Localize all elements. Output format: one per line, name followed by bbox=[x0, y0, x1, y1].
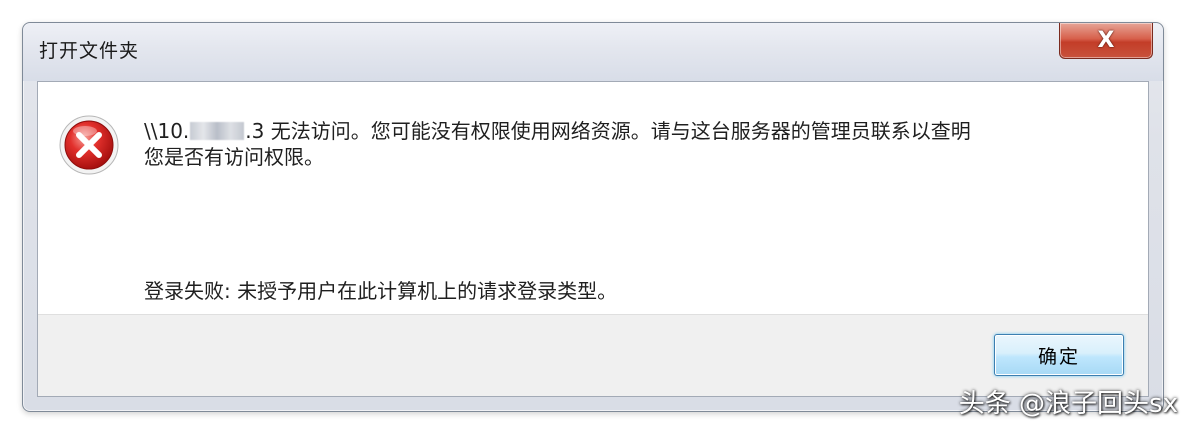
close-icon: X bbox=[1097, 27, 1115, 53]
error-message: \\10. .3 无法访问。您可能没有权限使用网络资源。请与这台服务器的管理员联系… bbox=[144, 118, 1134, 170]
dialog-client-area: \\10. .3 无法访问。您可能没有权限使用网络资源。请与这台服务器的管理员联系… bbox=[37, 81, 1149, 397]
close-button[interactable]: X bbox=[1059, 23, 1153, 59]
message-path-suffix: .3 无法访问。您可能没有权限使用网络资源。请与这台服务器的管理员联系以查明 bbox=[245, 119, 971, 143]
message-path-prefix: \\10. bbox=[144, 119, 190, 143]
ok-button[interactable]: 确定 bbox=[994, 334, 1124, 376]
message-line-2: 您是否有访问权限。 bbox=[144, 145, 324, 169]
dialog-window: 打开文件夹 X \\10. .3 无法访问。您可能没有权限使用网络资源。请与这台… bbox=[22, 22, 1164, 412]
redacted-address bbox=[190, 122, 245, 140]
watermark: 头条 @浪子回头sx bbox=[958, 389, 1178, 419]
message-area: \\10. .3 无法访问。您可能没有权限使用网络资源。请与这台服务器的管理员联系… bbox=[38, 82, 1148, 315]
error-detail: 登录失败: 未授予用户在此计算机上的请求登录类型。 bbox=[144, 279, 618, 303]
message-line-1: \\10. .3 无法访问。您可能没有权限使用网络资源。请与这台服务器的管理员联系… bbox=[144, 118, 1134, 144]
error-icon bbox=[59, 115, 119, 175]
window-title: 打开文件夹 bbox=[39, 40, 140, 62]
title-bar[interactable]: 打开文件夹 X bbox=[23, 23, 1163, 81]
